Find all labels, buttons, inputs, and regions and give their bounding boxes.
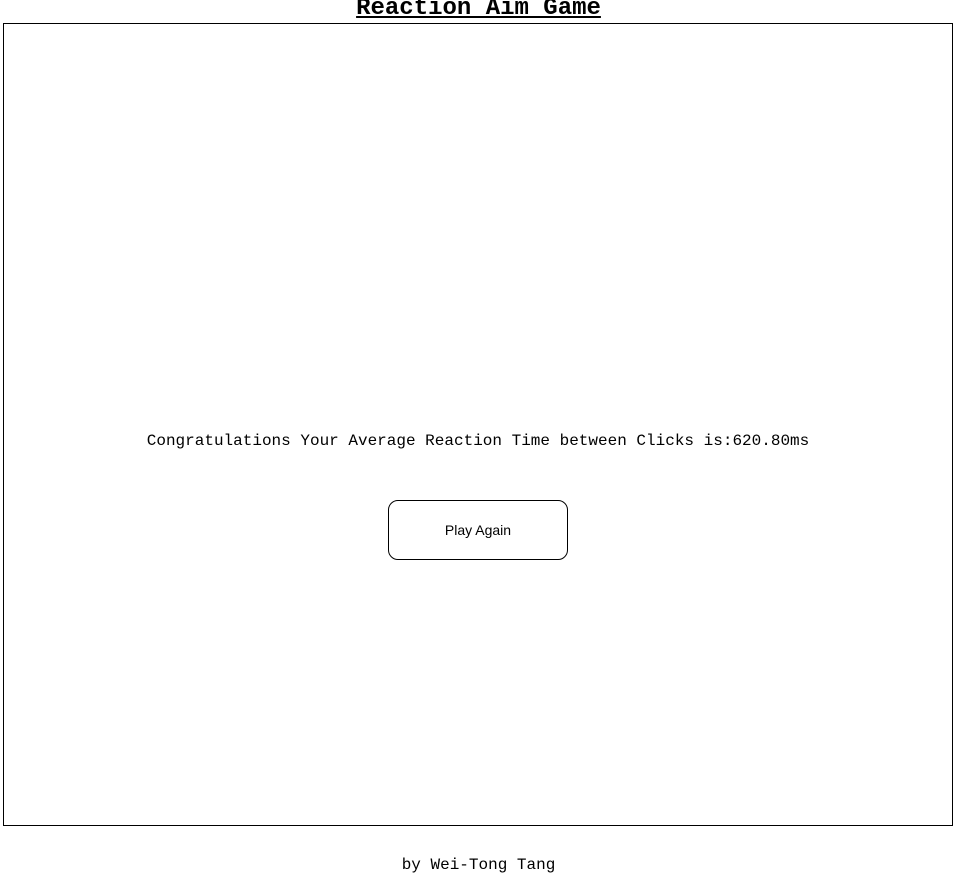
play-again-button[interactable]: Play Again — [388, 500, 568, 560]
game-title: Reaction Aim Game — [356, 0, 601, 22]
author-credit: by Wei-Tong Tang — [401, 856, 556, 874]
page: Reaction Aim Game Congratulations Your A… — [0, 0, 957, 883]
result-prefix: Congratulations Your Average Reaction Ti… — [146, 432, 733, 450]
game-area[interactable]: Congratulations Your Average Reaction Ti… — [3, 23, 953, 826]
average-reaction-time: 620.80ms — [732, 432, 810, 450]
result-message: Congratulations Your Average Reaction Ti… — [4, 431, 952, 451]
